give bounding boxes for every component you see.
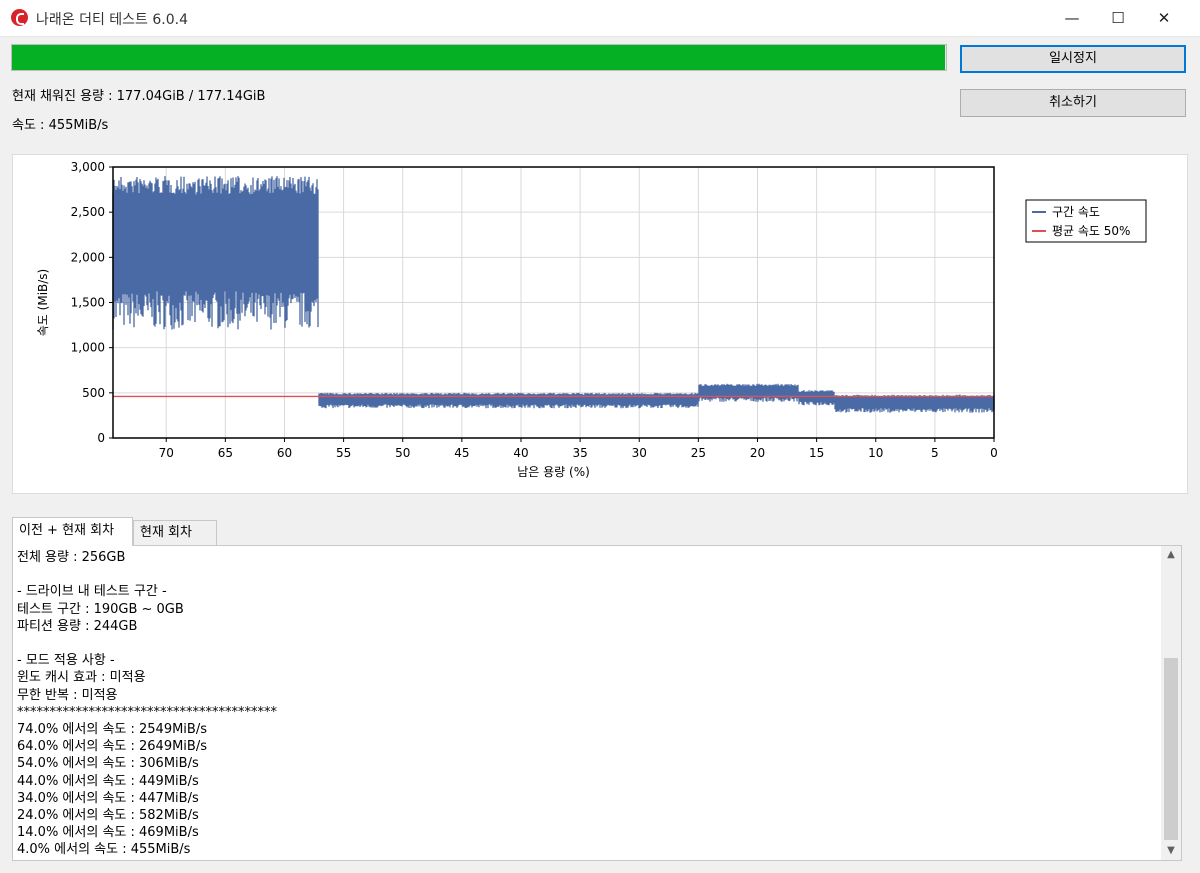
window-title: 나래온 더티 테스트 6.0.4 (36, 12, 189, 28)
log-line: - 모드 적용 사항 - (17, 653, 115, 669)
x-tick-label: 55 (336, 446, 351, 460)
y-tick-label: 2,000 (71, 250, 105, 264)
y-tick-label: 500 (82, 386, 105, 400)
x-tick-label: 0 (990, 446, 998, 460)
x-tick-label: 40 (513, 446, 528, 460)
x-tick-label: 20 (750, 446, 765, 460)
x-tick-label: 15 (809, 446, 824, 460)
y-tick-label: 1,000 (71, 341, 105, 355)
log-line: - 드라이브 내 테스트 구간 - (17, 584, 167, 600)
x-tick-label: 5 (931, 446, 939, 460)
y-tick-label: 2,500 (71, 205, 105, 219)
y-axis-label: 속도 (MiB/s) (36, 269, 50, 336)
log-text-area[interactable]: 전체 용량 : 256GB - 드라이브 내 테스트 구간 - 테스트 구간 : 1… (12, 545, 1182, 861)
log-line: **************************************** (17, 704, 277, 720)
x-tick-label: 50 (395, 446, 410, 460)
x-tick-label: 10 (868, 446, 883, 460)
app-logo-icon (11, 9, 28, 26)
speed-label: 속도 : 455MiB/s (12, 118, 109, 133)
log-line: 34.0% 에서의 속도 : 447MiB/s (17, 790, 199, 806)
log-line: 윈도 캐시 효과 : 미적용 (17, 670, 146, 686)
y-tick-label: 1,500 (71, 296, 105, 310)
speed-chart-svg: 70 65 60 55 50 45 40 35 30 25 20 15 10 5 005001,0001,5… (36, 160, 1147, 479)
log-line: 파티션 용량 : 244GB (17, 618, 138, 634)
log-line: 전체 용량 : 256GB (17, 550, 126, 565)
scroll-down-icon[interactable]: ▼ (1161, 842, 1181, 860)
scroll-up-icon[interactable]: ▲ (1161, 546, 1181, 564)
x-tick-label: 35 (572, 446, 587, 460)
x-tick-label: 70 (159, 446, 174, 460)
legend-label: 구간 속도 (1052, 205, 1100, 219)
x-tick-label: 60 (277, 446, 292, 460)
log-line: 44.0% 에서의 속도 : 449MiB/s (17, 773, 199, 789)
cancel-button[interactable]: 취소하기 (960, 89, 1186, 117)
minimize-icon[interactable]: — (1049, 0, 1095, 36)
log-scrollbar[interactable]: ▲ ▼ (1161, 546, 1181, 860)
speed-chart: 70 65 60 55 50 45 40 35 30 25 20 15 10 5 0 0 500 1,000 1,5… (12, 154, 1188, 494)
speed-series-line (112, 176, 995, 413)
tab-all-rounds[interactable]: 이전 + 현재 회차 (12, 517, 133, 546)
capacity-label: 현재 채워진 용량 : 177.04GiB / 177.14GiB (12, 89, 266, 104)
tab-current-round[interactable]: 현재 회차 (133, 520, 217, 545)
pause-button[interactable]: 일시정지 (960, 45, 1186, 73)
y-tick-label: 3,000 (71, 160, 105, 174)
log-line: 무한 반복 : 미적용 (17, 687, 118, 703)
progress-fill (12, 45, 946, 70)
title-bar: 나래온 더티 테스트 6.0.4 — ☐ ✕ (0, 0, 1200, 37)
progress-bar (11, 44, 947, 71)
y-tick-label: 0 (97, 431, 105, 445)
legend-label: 평균 속도 50% (1052, 224, 1130, 238)
log-line: 54.0% 에서의 속도 : 306MiB/s (17, 756, 199, 772)
x-axis-label: 남은 용량 (%) (517, 465, 590, 479)
x-tick-label: 65 (218, 446, 233, 460)
log-line: 24.0% 에서의 속도 : 582MiB/s (17, 808, 199, 823)
log-line: 테스트 구간 : 190GB ~ 0GB (17, 601, 184, 617)
scroll-thumb[interactable] (1164, 658, 1178, 840)
log-line: 64.0% 에서의 속도 : 2649MiB/s (17, 739, 207, 755)
log-line: 74.0% 에서의 속도 : 2549MiB/s (17, 722, 207, 737)
x-tick-label: 45 (454, 446, 469, 460)
log-line: 4.0% 에서의 속도 : 455MiB/s (17, 842, 191, 858)
log-line: 14.0% 에서의 속도 : 469MiB/s (17, 825, 199, 841)
close-icon[interactable]: ✕ (1141, 0, 1187, 36)
x-tick-label: 25 (691, 446, 706, 460)
maximize-icon[interactable]: ☐ (1095, 0, 1141, 36)
x-tick-label: 30 (632, 446, 647, 460)
